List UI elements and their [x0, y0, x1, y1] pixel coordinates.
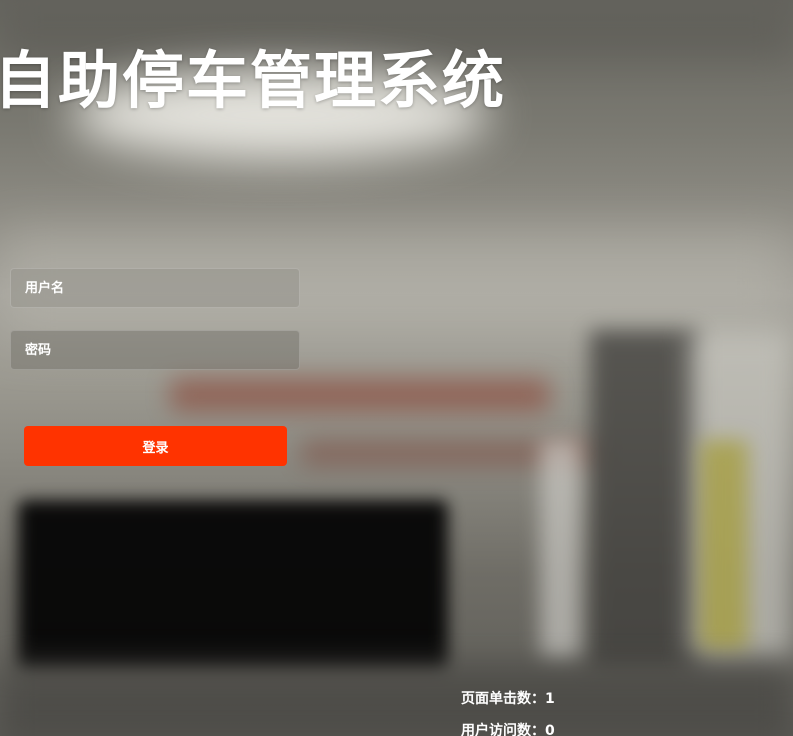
user-visits-stat: 用户访问数：0 [461, 715, 555, 736]
page-clicks-value: 1 [545, 691, 555, 707]
stats-panel: 页面单击数：1 用户访问数：0 [461, 683, 555, 736]
background-floor [0, 665, 793, 736]
username-input[interactable] [10, 268, 300, 308]
background-dark-pillar [590, 330, 700, 670]
user-visits-label: 用户访问数： [461, 723, 545, 736]
login-page: 自助停车管理系统 登录 页面单击数：1 用户访问数：0 [0, 0, 793, 736]
background-car [18, 500, 448, 670]
background-yellow-pillar [700, 440, 748, 650]
password-input[interactable] [10, 330, 300, 370]
login-button[interactable]: 登录 [24, 426, 287, 466]
page-title: 自助停车管理系统 [0, 44, 507, 117]
user-visits-value: 0 [545, 723, 555, 736]
page-clicks-label: 页面单击数： [461, 691, 545, 707]
background-red-stripe [170, 378, 550, 412]
page-clicks-stat: 页面单击数：1 [461, 683, 555, 715]
background-pole [540, 440, 580, 660]
